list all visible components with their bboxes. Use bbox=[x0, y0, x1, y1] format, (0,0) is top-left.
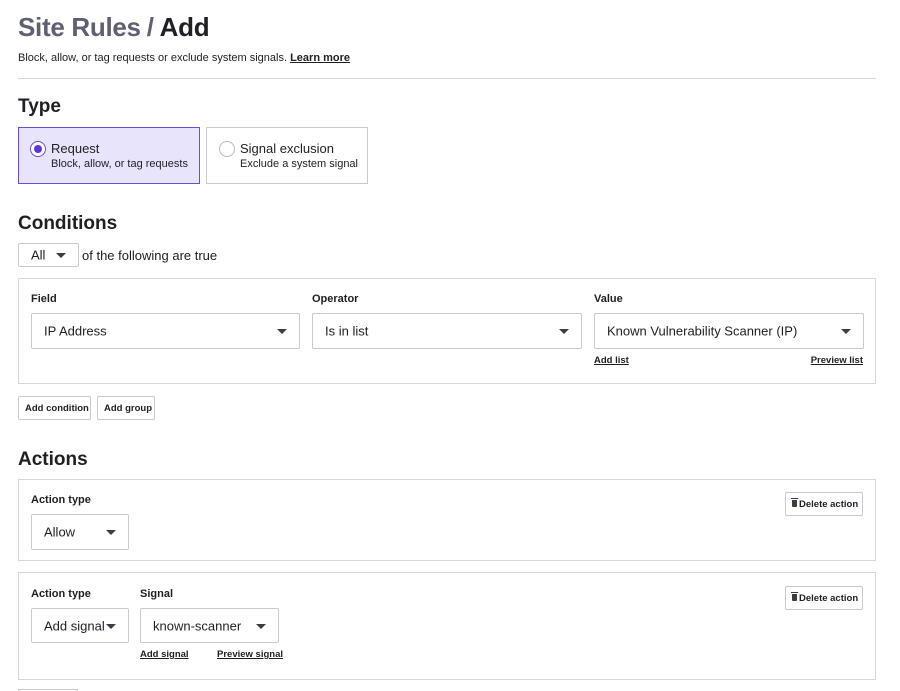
chevron-down-icon bbox=[277, 329, 287, 334]
preview-signal-link[interactable]: Preview signal bbox=[217, 649, 283, 660]
breadcrumb-separator: / bbox=[146, 12, 154, 42]
delete-action-label: Delete action bbox=[799, 592, 859, 604]
trash-icon bbox=[791, 497, 798, 507]
action-type-label: Action type bbox=[31, 588, 91, 600]
chevron-down-icon bbox=[559, 329, 569, 334]
conditions-match-select[interactable]: All bbox=[18, 243, 79, 267]
header-divider bbox=[18, 78, 876, 79]
delete-action-button[interactable]: Delete action bbox=[785, 586, 863, 610]
add-group-button[interactable]: Add group bbox=[97, 396, 155, 420]
operator-label: Operator bbox=[312, 293, 359, 305]
action-panel: Action type Signal Add signal known-scan… bbox=[18, 572, 876, 680]
signal-label: Signal bbox=[140, 588, 174, 600]
delete-action-label: Delete action bbox=[799, 498, 859, 510]
action-type-value: Add signal bbox=[44, 618, 105, 633]
chevron-down-icon bbox=[841, 329, 851, 334]
type-heading: Type bbox=[18, 96, 61, 117]
action-type-select[interactable]: Allow bbox=[31, 514, 129, 550]
add-signal-link[interactable]: Add signal bbox=[140, 649, 189, 660]
operator-select-value: Is in list bbox=[325, 323, 369, 339]
chevron-down-icon bbox=[56, 253, 66, 258]
type-option-title: Request bbox=[51, 141, 100, 156]
delete-action-button[interactable]: Delete action bbox=[785, 492, 863, 516]
trash-icon bbox=[791, 591, 798, 601]
value-label: Value bbox=[594, 293, 623, 305]
page-title: Site Rules / Add bbox=[18, 12, 210, 43]
field-select-value: IP Address bbox=[44, 323, 107, 339]
add-list-link[interactable]: Add list bbox=[594, 355, 629, 366]
add-condition-button[interactable]: Add condition bbox=[18, 396, 91, 420]
page-subtitle: Block, allow, or tag requests or exclude… bbox=[18, 52, 350, 64]
radio-selected-icon[interactable] bbox=[30, 141, 46, 157]
action-type-select[interactable]: Add signal bbox=[31, 608, 129, 643]
radio-unselected-icon[interactable] bbox=[219, 141, 235, 157]
type-option-description: Block, allow, or tag requests bbox=[51, 158, 188, 170]
value-select-value: Known Vulnerability Scanner (IP) bbox=[607, 323, 798, 339]
action-type-value: Allow bbox=[44, 524, 76, 540]
operator-select[interactable]: Is in list bbox=[312, 313, 582, 349]
action-type-label: Action type bbox=[31, 494, 91, 506]
match-select-value: All bbox=[31, 247, 46, 263]
condition-panel: Field Operator Value IP Address Is in li… bbox=[18, 278, 876, 384]
field-select[interactable]: IP Address bbox=[31, 313, 300, 349]
chevron-down-icon bbox=[106, 530, 116, 535]
type-option-description: Exclude a system signal bbox=[240, 158, 358, 170]
value-select[interactable]: Known Vulnerability Scanner (IP) bbox=[594, 313, 864, 349]
preview-list-link[interactable]: Preview list bbox=[811, 355, 863, 366]
breadcrumb-current: Add bbox=[159, 12, 210, 42]
type-option-title: Signal exclusion bbox=[240, 141, 334, 156]
field-label: Field bbox=[31, 293, 57, 305]
conditions-match-suffix: of the following are true bbox=[82, 248, 218, 263]
learn-more-link[interactable]: Learn more bbox=[290, 52, 350, 64]
chevron-down-icon bbox=[256, 623, 266, 629]
conditions-heading: Conditions bbox=[18, 213, 118, 234]
action-panel: Action type Allow Delete action bbox=[18, 479, 876, 561]
signal-select-value: known-scanner bbox=[153, 618, 242, 633]
type-option-request[interactable]: Request Block, allow, or tag requests bbox=[18, 127, 200, 184]
type-option-signal-exclusion[interactable]: Signal exclusion Exclude a system signal bbox=[206, 127, 368, 184]
subtitle-text: Block, allow, or tag requests or exclude… bbox=[18, 52, 288, 64]
breadcrumb-parent[interactable]: Site Rules bbox=[18, 12, 141, 42]
actions-heading: Actions bbox=[18, 449, 88, 470]
chevron-down-icon bbox=[106, 623, 116, 629]
signal-select[interactable]: known-scanner bbox=[140, 608, 279, 643]
